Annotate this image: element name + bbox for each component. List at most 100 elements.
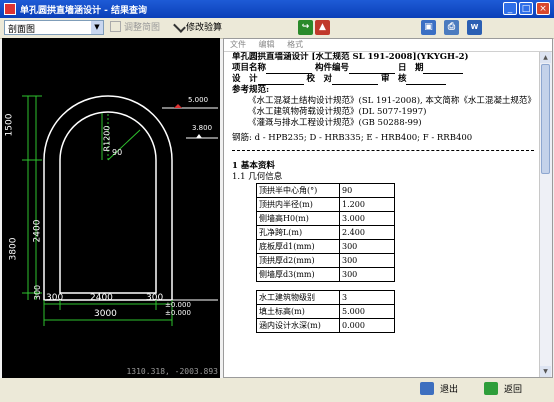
row-value: 2.400 [339, 225, 395, 240]
row-value: 3.000 [339, 211, 395, 226]
table-row: 顶拱半中心角(°) 90 [256, 183, 395, 198]
report-content[interactable]: 单孔圆拱直墙涵设计 [水工规范 SL 191-2008](YKYGH-2) 项目… [224, 52, 548, 377]
row-value: 0.000 [339, 318, 395, 333]
section-1-heading: 1 基本资料 [232, 161, 275, 171]
minimize-button[interactable]: _ [503, 2, 517, 15]
report-scrollbar[interactable]: ▲ ▼ [539, 52, 552, 377]
level-3800: 3.800 [192, 124, 213, 132]
row-value: 1.200 [339, 197, 395, 212]
project-info-row: 项目名称 构件编号 日 期 [232, 63, 548, 74]
table-row: 底板厚d1(mm) 300 [256, 239, 395, 254]
tools-icon [173, 20, 186, 33]
row-value: 3 [339, 290, 395, 305]
report-menubar: 文件 编辑 格式 [224, 39, 552, 52]
dim-300-vertical: 300 [33, 284, 43, 301]
date-label: 日 期 [397, 63, 424, 73]
back-button[interactable]: 返回 [484, 382, 522, 398]
level-0: ±0.000 [165, 301, 191, 309]
dim-2400: 2400 [90, 293, 113, 303]
row-key: 顶拱厚d2(mm) [256, 253, 340, 268]
geometry-table: 顶拱半中心角(°) 90 顶拱内半径(m) 1.200 侧墙高H0(m) 3.000 孔净跨… [256, 183, 395, 282]
exit-icon [420, 382, 434, 395]
scroll-up-icon[interactable]: ▲ [540, 52, 551, 63]
print-icon[interactable]: ⎙ [444, 20, 459, 35]
project-name-label: 项目名称 [232, 63, 267, 73]
save-icon[interactable]: ▣ [421, 20, 436, 35]
ref-3: 《灌溉与排水工程设计规范》(GB 50288-99) [248, 118, 422, 128]
row-key: 侧墙高H0(m) [256, 211, 340, 226]
back-arrow-icon [484, 382, 498, 395]
exit-button[interactable]: 退出 [420, 382, 458, 398]
signature-row: 设 计 校 对 审 核 [232, 74, 548, 85]
dim-r1200: R1200 [102, 125, 112, 152]
row-key: 顶拱内半径(m) [256, 197, 340, 212]
row-key: 顶拱半中心角(°) [256, 183, 340, 198]
menu-file[interactable]: 文件 [230, 40, 246, 49]
row-key: 底板厚d1(mm) [256, 239, 340, 254]
table-row: 填土标高(m) 5.000 [256, 304, 395, 319]
adjust-diagram-button[interactable]: 调整简图 [110, 21, 160, 35]
chevron-down-icon[interactable]: ▼ [91, 21, 103, 34]
section-drawing [22, 95, 218, 326]
table-row: 顶拱内半径(m) 1.200 [256, 197, 395, 212]
back-label: 返回 [504, 385, 523, 395]
menu-edit[interactable]: 编辑 [259, 40, 275, 49]
table-row: 顶拱厚d2(mm) 300 [256, 253, 395, 268]
ref-2: 《水工建筑物荷载设计规范》(DL 5077-1997) [248, 107, 427, 117]
modify-check-label: 修改验算 [186, 23, 223, 33]
level-5000: 5.000 [188, 96, 209, 104]
row-value: 300 [339, 253, 395, 268]
refs-label: 参考规范: [232, 85, 270, 95]
row-value: 5.000 [339, 304, 395, 319]
table-row: 孔净跨L(m) 2.400 [256, 225, 395, 240]
adjust-icon [110, 21, 121, 32]
divider [232, 150, 534, 151]
row-value: 300 [339, 267, 395, 282]
row-key: 侧墙厚d3(mm) [256, 267, 340, 282]
dim-2400-vertical: 2400 [32, 219, 43, 243]
dim-300-left: 300 [46, 293, 64, 303]
dim-300-right: 300 [146, 293, 164, 303]
exit-label: 退出 [440, 385, 459, 395]
table-row: 侧墙高H0(m) 3.000 [256, 211, 395, 226]
table-row: 侧墙厚d3(mm) 300 [256, 267, 395, 282]
check-label: 校 对 [306, 74, 332, 84]
open-icon[interactable]: ↪ [298, 20, 313, 35]
section-drawing-panel[interactable]: 1500 3800 2400 300 R1200 90 300 2400 300… [2, 38, 220, 378]
member-number-label: 构件编号 [314, 63, 349, 73]
view-select[interactable]: 剖面图 ▼ [4, 20, 104, 35]
warning-icon[interactable]: ▲ [315, 20, 330, 35]
title-bar: 单孔圆拱直墙涵设计 - 结果查询 _ □ × [0, 0, 554, 18]
row-key: 涵内设计水深(m) [256, 318, 340, 333]
maximize-button[interactable]: □ [519, 2, 533, 15]
view-select-value: 剖面图 [8, 25, 36, 35]
table-row: 水工建筑物级别 3 [256, 290, 395, 305]
row-key: 水工建筑物级别 [256, 290, 340, 305]
report-title: 单孔圆拱直墙涵设计 [水工规范 SL 191-2008](YKYGH-2) [232, 52, 469, 62]
dim-1500: 1500 [4, 113, 15, 137]
dim-3800: 3800 [8, 237, 19, 261]
rebar-legend: 钢筋: d - HPB235; D - HRB335; E - HRB400; … [232, 133, 473, 143]
dim-3000: 3000 [94, 309, 117, 319]
ref-1: 《水工混凝土结构设计规范》(SL 191-2008), 本文简称《水工混凝土规范… [248, 96, 536, 106]
toolbar: 剖面图 ▼ 调整简图 修改验算 ↪ ▲ ▣ ⎙ W [0, 18, 554, 39]
modify-check-button[interactable]: 修改验算 [173, 20, 223, 35]
dim-radius-90: 90 [112, 148, 123, 157]
app-icon [4, 3, 16, 15]
scroll-thumb[interactable] [541, 64, 550, 174]
adjust-diagram-label: 调整简图 [124, 23, 161, 33]
scroll-down-icon[interactable]: ▼ [540, 366, 551, 377]
row-key: 填土标高(m) [256, 304, 340, 319]
load-table: 水工建筑物级别 3 填土标高(m) 5.000 涵内设计水深(m) 0.000 [256, 290, 395, 333]
table-row: 涵内设计水深(m) 0.000 [256, 318, 395, 333]
design-label: 设 计 [232, 74, 258, 84]
close-button[interactable]: × [536, 2, 550, 15]
row-key: 孔净跨L(m) [256, 225, 340, 240]
report-panel: 文件 编辑 格式 单孔圆拱直墙涵设计 [水工规范 SL 191-2008](YK… [223, 38, 553, 378]
menu-format[interactable]: 格式 [287, 40, 303, 49]
section-1-1-heading: 1.1 几何信息 [232, 172, 283, 182]
word-export-icon[interactable]: W [467, 20, 482, 35]
row-value: 300 [339, 239, 395, 254]
cursor-coordinates: 1310.318, -2003.893 [126, 367, 218, 376]
bottom-bar: 退出 返回 [0, 378, 554, 402]
